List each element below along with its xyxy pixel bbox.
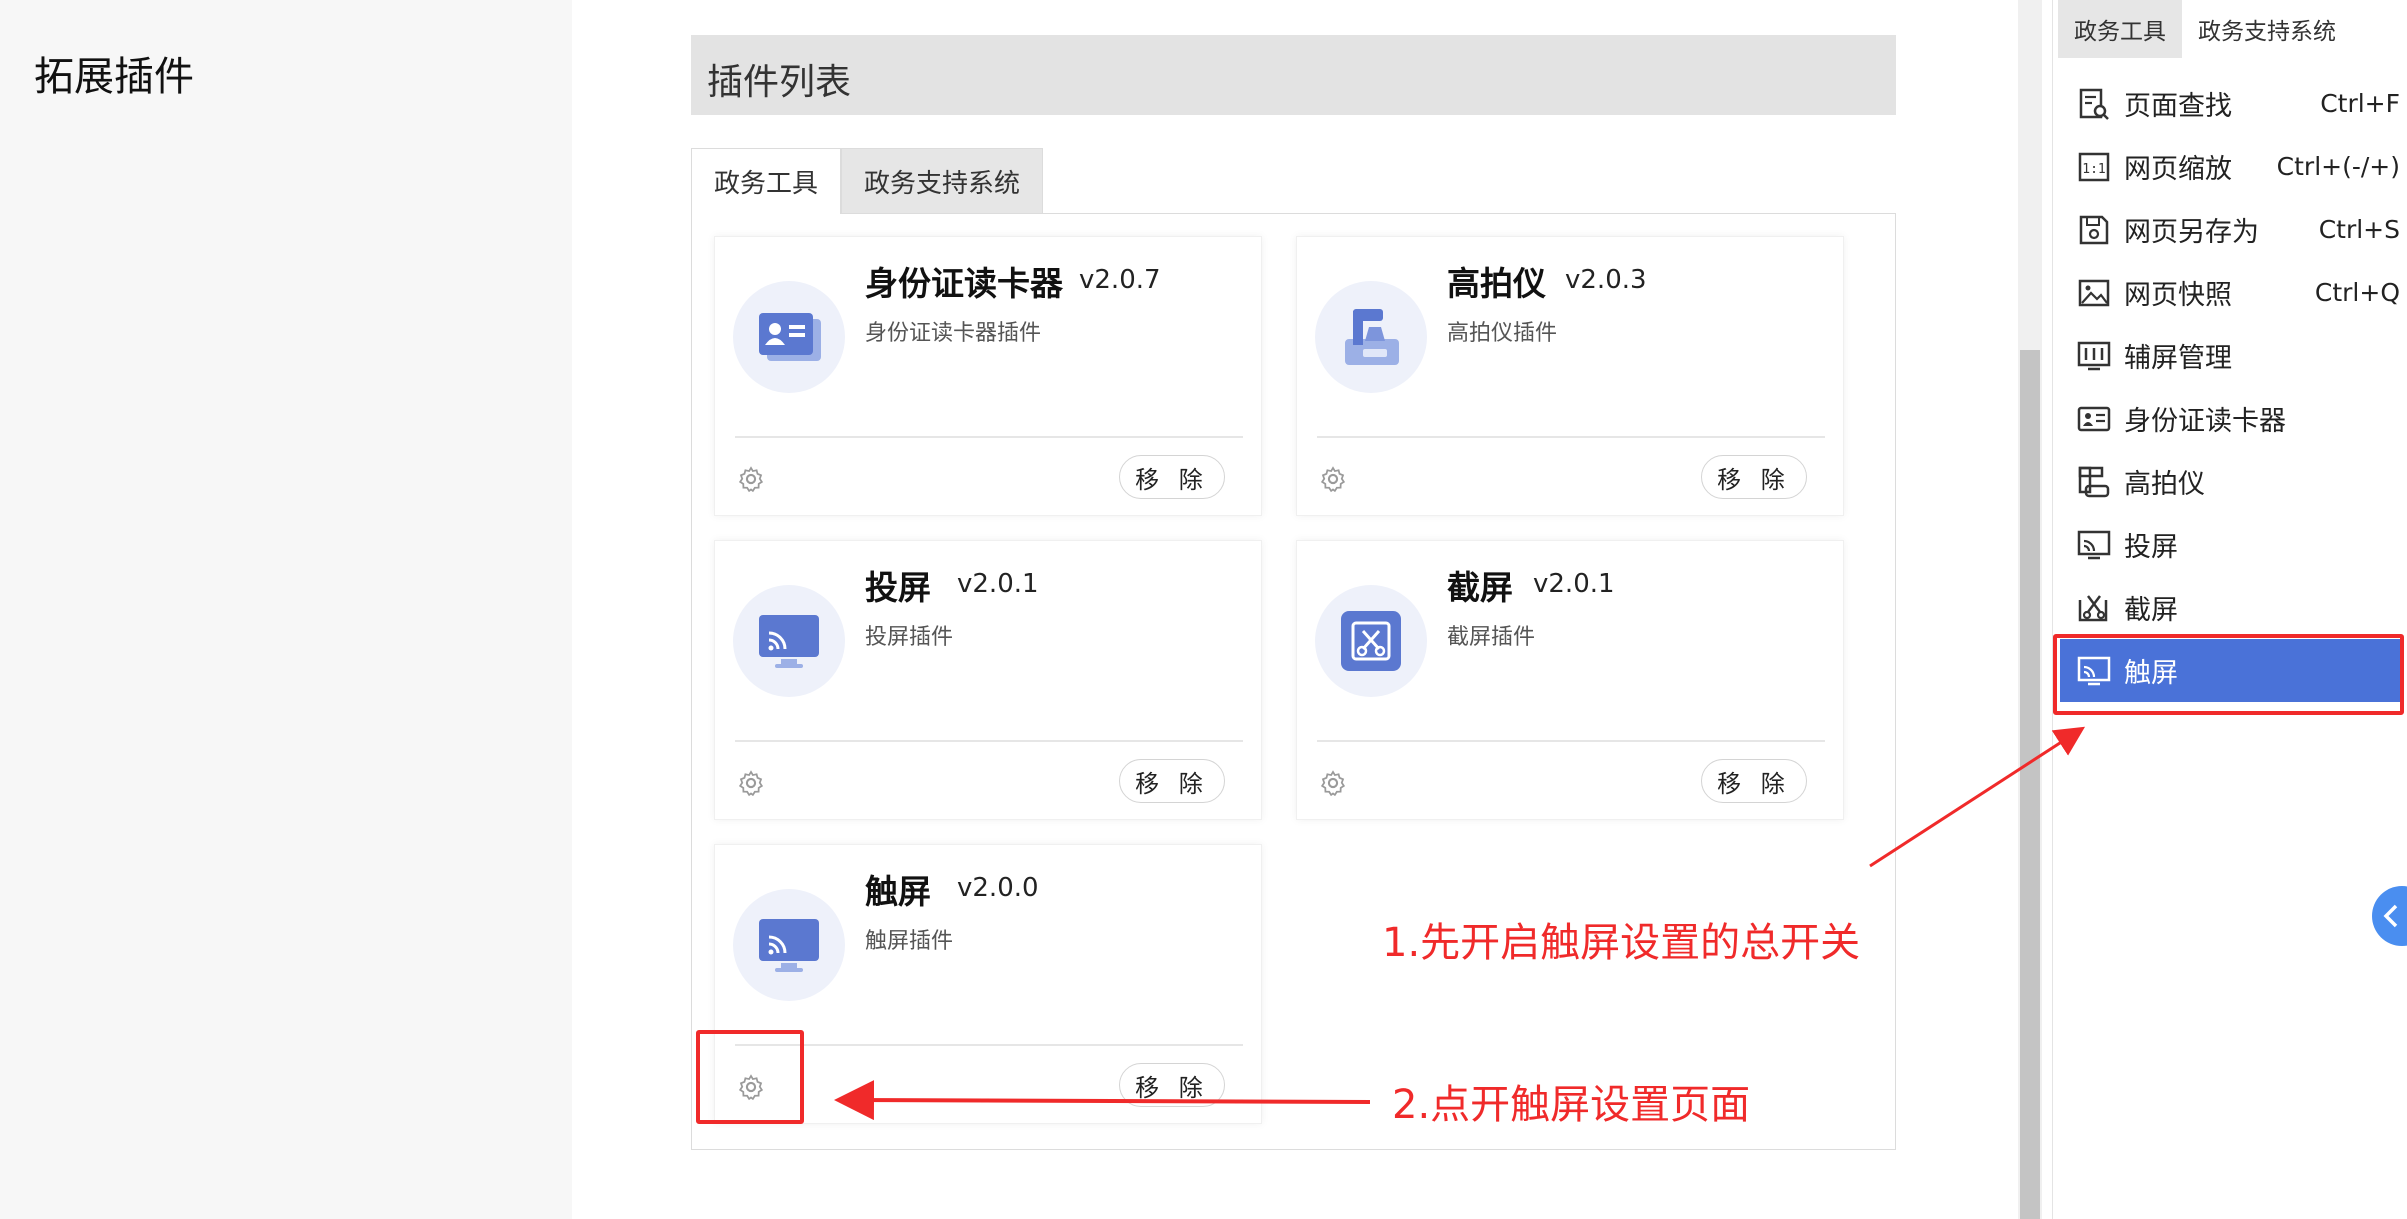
- tab-gov-tools[interactable]: 政务工具: [691, 148, 842, 214]
- arrow-to-gear: [834, 1080, 1371, 1121]
- arrow-to-menu: [1869, 726, 2086, 868]
- annotation-arrows: [834, 726, 2086, 1121]
